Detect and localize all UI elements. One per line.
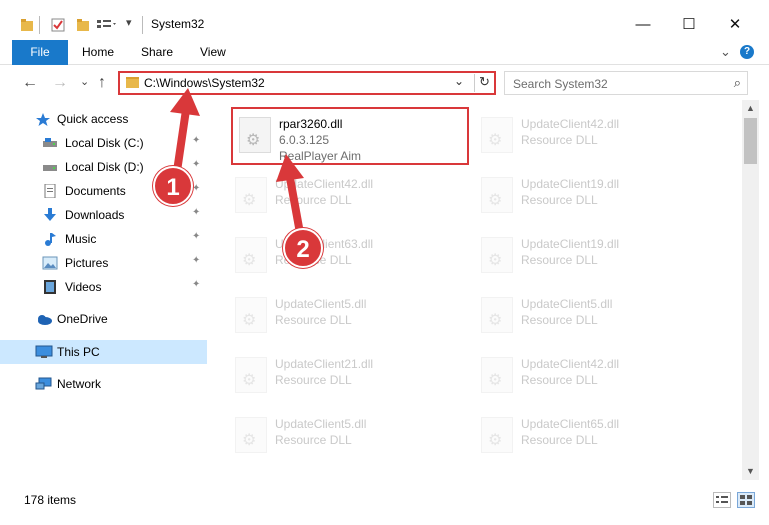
step-badge-1: 1 — [153, 166, 193, 206]
annotation-arrows — [170, 88, 306, 245]
step-badge-2: 2 — [283, 228, 323, 268]
